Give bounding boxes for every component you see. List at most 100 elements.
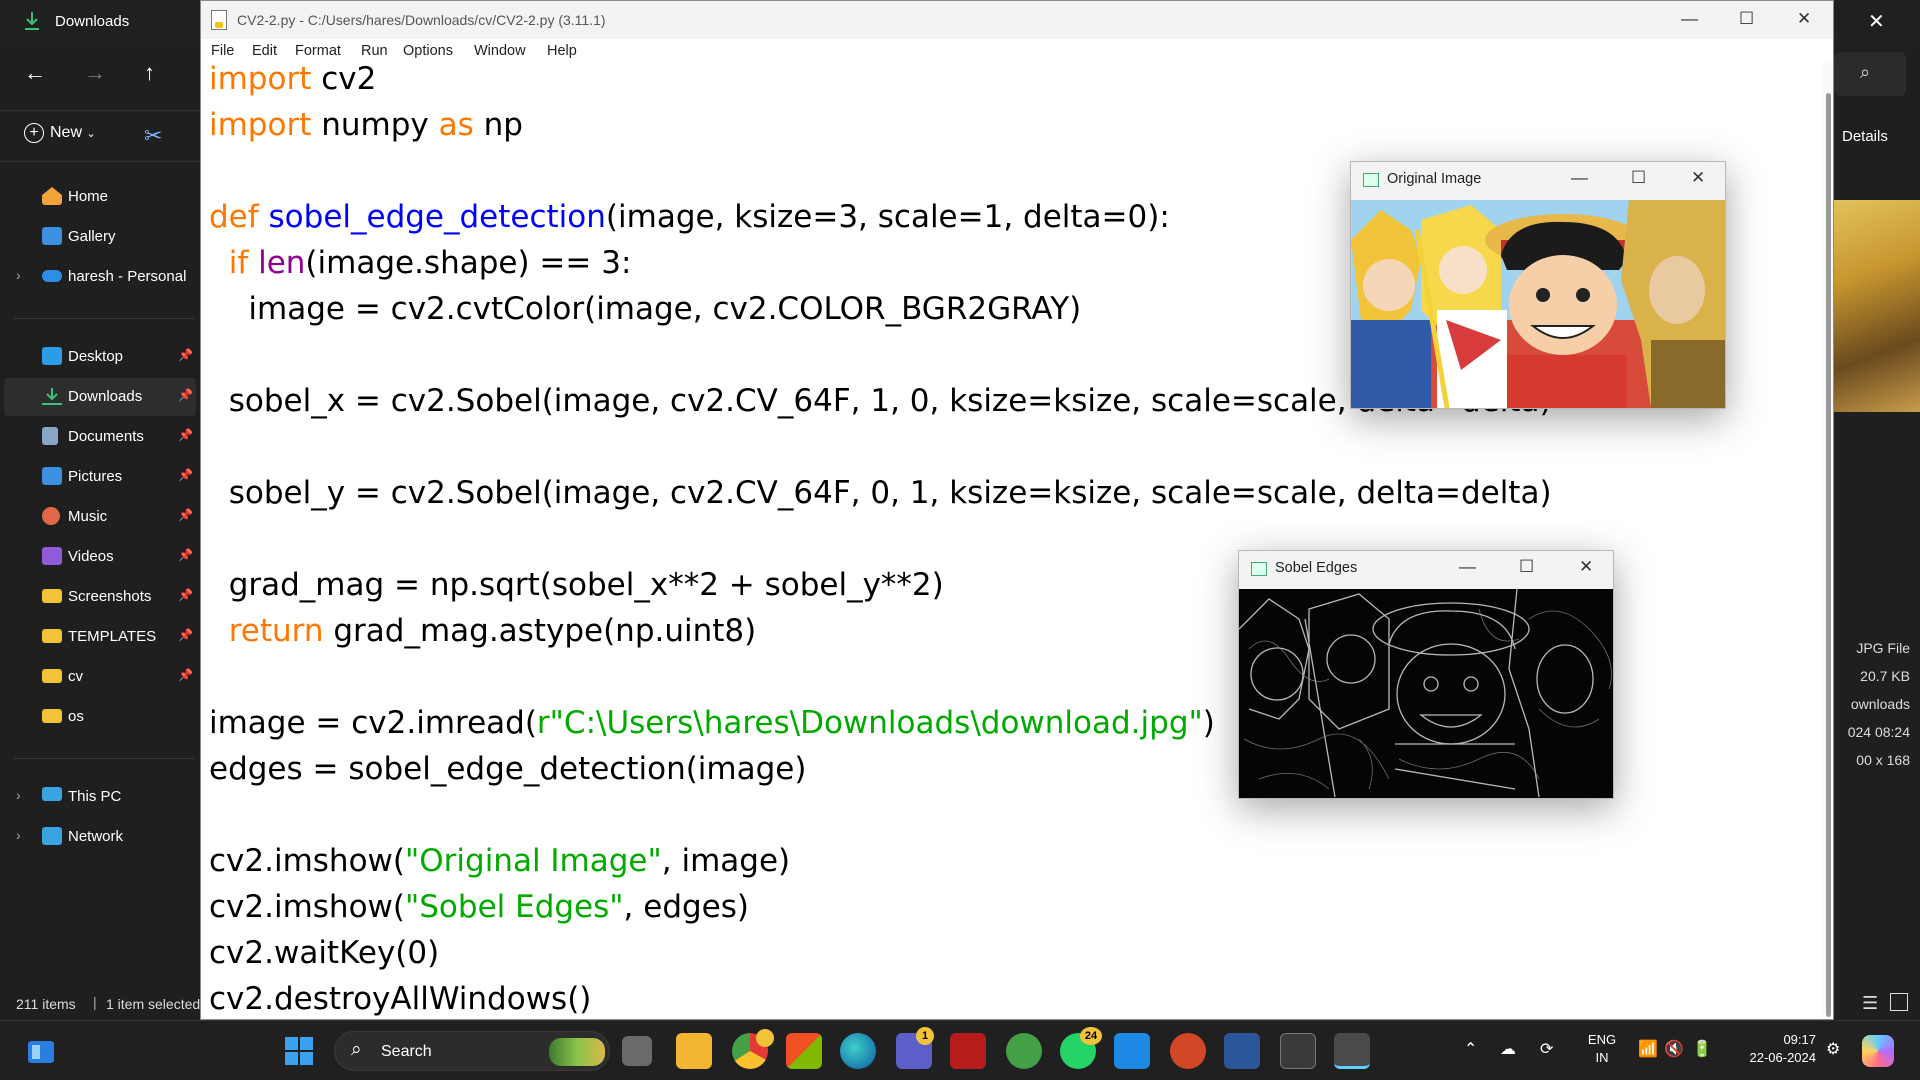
maximize-icon[interactable]: ☐ bbox=[1519, 557, 1534, 577]
sidebar-item-label: Documents bbox=[68, 428, 144, 445]
explorer-search-button[interactable]: ⌕ bbox=[1834, 52, 1906, 96]
input-language-indicator[interactable]: ENG IN bbox=[1584, 1031, 1620, 1067]
new-button[interactable]: + New ⌄ bbox=[24, 123, 96, 143]
utorrent-icon[interactable] bbox=[1006, 1033, 1042, 1069]
python-idle-icon[interactable] bbox=[1334, 1033, 1370, 1069]
sidebar-item-desktop[interactable]: Desktop 📌 bbox=[0, 338, 200, 376]
close-icon[interactable]: ✕ bbox=[1691, 168, 1705, 188]
clock-time: 09:17 bbox=[1783, 1032, 1816, 1047]
code-text: ) bbox=[1202, 705, 1215, 741]
menu-window[interactable]: Window bbox=[474, 43, 526, 59]
close-icon[interactable]: ✕ bbox=[1579, 557, 1593, 577]
menu-options[interactable]: Options bbox=[403, 43, 453, 59]
pin-icon[interactable]: 📌 bbox=[178, 428, 193, 442]
spiderman-game-icon[interactable] bbox=[950, 1033, 986, 1069]
file-explorer-icon[interactable] bbox=[676, 1033, 712, 1069]
chevron-right-icon[interactable]: › bbox=[16, 827, 21, 843]
sidebar-item-screenshots[interactable]: Screenshots 📌 bbox=[0, 578, 200, 616]
task-view-icon[interactable] bbox=[622, 1036, 652, 1066]
edge-map-image bbox=[1239, 589, 1613, 798]
code-line: import cv2 bbox=[209, 57, 376, 101]
volume-muted-icon[interactable]: 🔇 bbox=[1664, 1039, 1684, 1059]
chevron-up-icon[interactable]: ⌃ bbox=[1464, 1039, 1477, 1059]
sidebar-item-music[interactable]: Music 📌 bbox=[0, 498, 200, 536]
pin-icon[interactable]: 📌 bbox=[178, 548, 193, 562]
pin-icon[interactable]: 📌 bbox=[178, 388, 193, 402]
pin-icon[interactable]: 📌 bbox=[178, 468, 193, 482]
close-icon[interactable]: ✕ bbox=[1797, 9, 1811, 29]
copilot-icon[interactable] bbox=[1862, 1035, 1894, 1067]
sidebar-item-templates[interactable]: TEMPLATES 📌 bbox=[0, 618, 200, 656]
sidebar-item-label: Videos bbox=[68, 548, 114, 565]
taskbar-search-box[interactable]: ⌕ Search bbox=[334, 1031, 610, 1071]
onedrive-icon[interactable]: ☁ bbox=[1500, 1039, 1516, 1059]
up-arrow-icon[interactable]: ↑ bbox=[144, 60, 155, 86]
windows-start-icon[interactable] bbox=[284, 1036, 314, 1066]
scissors-icon[interactable]: ✂ bbox=[144, 123, 162, 149]
sidebar-item-pictures[interactable]: Pictures 📌 bbox=[0, 458, 200, 496]
search-icon: ⌕ bbox=[351, 1039, 362, 1060]
scrollbar-thumb[interactable] bbox=[1826, 93, 1831, 1017]
keyword: as bbox=[438, 107, 474, 143]
webex-icon[interactable] bbox=[1114, 1033, 1150, 1069]
terminal-icon[interactable] bbox=[1280, 1033, 1316, 1069]
window-title: Sobel Edges bbox=[1275, 560, 1358, 576]
sidebar-item-network[interactable]: › Network bbox=[0, 818, 200, 856]
sidebar-item-downloads[interactable]: Downloads 📌 bbox=[4, 378, 196, 416]
pin-icon[interactable]: 📌 bbox=[178, 508, 193, 522]
video-icon bbox=[42, 547, 62, 565]
pin-icon[interactable]: 📌 bbox=[178, 628, 193, 642]
details-button[interactable]: Details bbox=[1842, 128, 1888, 145]
minimize-icon[interactable]: — bbox=[1681, 9, 1698, 29]
file-date: 024 08:24 bbox=[1847, 724, 1910, 740]
sidebar-item-documents[interactable]: Documents 📌 bbox=[0, 418, 200, 456]
sidebar-divider bbox=[14, 758, 194, 759]
minimize-icon[interactable]: — bbox=[1571, 168, 1588, 188]
widgets-icon[interactable] bbox=[26, 1037, 56, 1067]
window-title: CV2-2.py - C:/Users/hares/Downloads/cv/C… bbox=[237, 12, 606, 28]
maximize-icon[interactable]: ☐ bbox=[1739, 9, 1754, 29]
forward-arrow-icon[interactable]: → bbox=[84, 60, 106, 86]
tiles-view-icon[interactable] bbox=[1890, 993, 1908, 1011]
battery-icon[interactable]: 🔋 bbox=[1692, 1039, 1712, 1059]
sidebar-item-cv[interactable]: cv 📌 bbox=[0, 658, 200, 696]
vertical-scrollbar[interactable] bbox=[1823, 63, 1833, 1019]
back-arrow-icon[interactable]: ← bbox=[24, 60, 46, 86]
code-editor[interactable]: import cv2 import numpy as np def sobel_… bbox=[209, 57, 1552, 1017]
taskbar: ⌕ Search 1 24 ⌃ ☁ ⟳ ENG IN 📶 🔇 🔋 09:17 2… bbox=[0, 1020, 1920, 1080]
settings-gear-icon[interactable]: ⚙ bbox=[1826, 1039, 1840, 1059]
sidebar-item-onedrive[interactable]: › haresh - Personal bbox=[0, 258, 200, 296]
pin-icon[interactable]: 📌 bbox=[178, 348, 193, 362]
sidebar-item-gallery[interactable]: Gallery bbox=[0, 218, 200, 256]
code-text: cv2.imshow( bbox=[209, 843, 405, 879]
pin-icon[interactable]: 📌 bbox=[178, 588, 193, 602]
code-line: edges = sobel_edge_detection(image) bbox=[209, 751, 807, 787]
file-location: ownloads bbox=[1850, 696, 1910, 712]
code-line: image = cv2.cvtColor(image, cv2.COLOR_BG… bbox=[209, 291, 1082, 327]
microsoft-store-icon[interactable] bbox=[786, 1033, 822, 1069]
new-button-label: New bbox=[50, 124, 83, 141]
sidebar-item-home[interactable]: Home bbox=[0, 178, 200, 216]
edge-icon[interactable] bbox=[840, 1033, 876, 1069]
sidebar-item-os[interactable]: os bbox=[0, 698, 200, 736]
sync-icon[interactable]: ⟳ bbox=[1540, 1039, 1553, 1059]
details-view-icon[interactable]: ☰ bbox=[1862, 993, 1878, 1014]
wifi-icon[interactable]: 📶 bbox=[1638, 1039, 1658, 1059]
chevron-right-icon[interactable]: › bbox=[16, 267, 21, 283]
explorer-close-icon[interactable]: ✕ bbox=[1868, 9, 1885, 34]
code-line: if len(image.shape) == 3: bbox=[209, 241, 632, 285]
menu-help[interactable]: Help bbox=[547, 43, 577, 59]
explorer-tab-title[interactable]: Downloads bbox=[55, 13, 129, 30]
powerpoint-icon[interactable] bbox=[1170, 1033, 1206, 1069]
system-clock[interactable]: 09:17 22-06-2024 bbox=[1728, 1031, 1817, 1067]
original-image bbox=[1351, 200, 1725, 408]
maximize-icon[interactable]: ☐ bbox=[1631, 168, 1646, 188]
word-icon[interactable] bbox=[1224, 1033, 1260, 1069]
minimize-icon[interactable]: — bbox=[1459, 557, 1476, 577]
sidebar-item-videos[interactable]: Videos 📌 bbox=[0, 538, 200, 576]
string-literal: "Original Image" bbox=[405, 843, 662, 879]
pin-icon[interactable]: 📌 bbox=[178, 668, 193, 682]
preview-image bbox=[1834, 200, 1920, 412]
sidebar-item-this-pc[interactable]: › This PC bbox=[0, 778, 200, 816]
chevron-right-icon[interactable]: › bbox=[16, 787, 21, 803]
